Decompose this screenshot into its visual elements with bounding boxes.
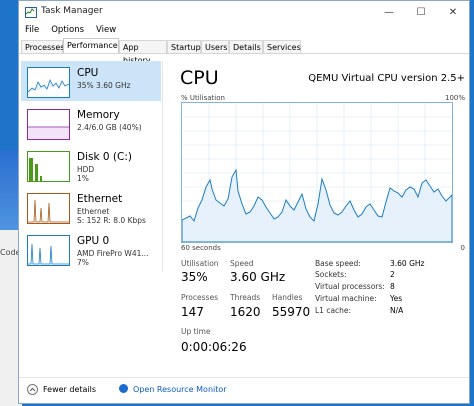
tab-details[interactable]: Details [229,40,263,53]
base-speed-value: 3.60 GHz [390,259,425,268]
threads-value: 1620 [230,305,261,319]
tab-users[interactable]: Users [201,40,229,53]
graph-time-label: 60 seconds [181,244,221,252]
title-bar[interactable]: Task Manager — ☐ ✕ [19,1,469,23]
sidebar-item-detail: 1% [77,174,89,183]
tab-performance[interactable]: Performance [63,38,119,53]
uptime-label: Up time [181,327,211,336]
l1-cache-label: L1 cache: [315,306,352,315]
handles-label: Handles [272,293,303,302]
processes-value: 147 [181,305,204,319]
tab-services[interactable]: Services [263,40,301,53]
tab-app-history[interactable]: App history [119,40,167,65]
cpu-utilisation-svg [181,103,453,243]
task-manager-icon [25,7,37,18]
menu-view[interactable]: View [90,23,122,38]
graph-max-label: 100% [444,94,465,102]
cpu-utilisation-graph [181,102,453,243]
close-button[interactable]: ✕ [439,3,467,21]
tab-startup[interactable]: Startup [167,40,201,53]
speed-label: Speed [230,259,254,268]
sidebar-item-detail: S: 152 R: 8.0 Kbps [77,216,146,225]
task-manager-window: Task Manager — ☐ ✕ File Options View Pro… [18,0,470,404]
virtual-processors-label: Virtual processors: [315,282,385,291]
page-title: CPU [180,67,219,89]
l1-cache-value: N/A [390,306,404,315]
menu-bar: File Options View [19,23,469,38]
ethernet-thumbnail-graph [27,193,70,224]
tab-strip: Processes Performance App history Startu… [19,38,469,65]
sidebar-item-gpu[interactable]: GPU 0 AMD FirePro W41... 7% [21,229,161,269]
sidebar-item-name: CPU [77,67,99,79]
sidebar-item-detail: 35% 3.60 GHz [77,81,131,90]
sidebar-item-cpu[interactable]: CPU 35% 3.60 GHz [21,61,161,101]
gpu-thumbnail-graph [27,235,70,266]
sockets-label: Sockets: [315,270,347,279]
graph-zero-label: 0 [460,244,465,252]
handles-value: 55970 [272,305,311,319]
minimize-button[interactable]: — [375,3,403,21]
graph-label: % Utilisation [181,94,225,102]
sidebar-item-name: Disk 0 (C:) [77,151,132,163]
chevron-up-icon[interactable] [27,384,38,395]
maximize-button[interactable]: ☐ [407,3,435,21]
memory-thumbnail-graph [27,109,70,140]
sidebar-item-disk[interactable]: Disk 0 (C:) HDD 1% [21,145,161,185]
fewer-details-link[interactable]: Fewer details [43,385,96,394]
resource-monitor-icon [119,384,128,393]
virtual-machine-value: Yes [390,294,403,303]
open-resource-monitor-link[interactable]: Open Resource Monitor [133,385,227,394]
sidebar-item-detail: AMD FirePro W41... [77,249,149,258]
sockets-value: 2 [390,270,395,279]
footer-bar: Fewer details Open Resource Monitor [19,377,469,404]
menu-options[interactable]: Options [45,23,90,38]
tab-processes[interactable]: Processes [21,40,64,53]
sidebar-item-name: Ethernet [77,193,123,205]
base-speed-label: Base speed: [315,259,361,268]
processes-label: Processes [181,293,218,302]
sidebar-item-detail: 2.4/6.0 GB (40%) [77,123,142,132]
sidebar-item-detail: HDD [77,165,95,174]
sidebar-item-detail: 7% [77,258,89,267]
virtual-processors-value: 8 [390,282,395,291]
sidebar-item-ethernet[interactable]: Ethernet Ethernet S: 152 R: 8.0 Kbps [21,187,161,227]
performance-sidebar: CPU 35% 3.60 GHz Memory 2.4/6.0 GB (40%)… [21,61,163,271]
disk-thumbnail-graph [27,151,70,182]
threads-label: Threads [230,293,261,302]
sidebar-item-memory[interactable]: Memory 2.4/6.0 GB (40%) [21,103,161,143]
cpu-detail-panel: CPU QEMU Virtual CPU version 2.5+ % Util… [179,61,467,376]
sidebar-item-name: GPU 0 [77,235,110,247]
sidebar-item-name: Memory [77,109,120,121]
speed-value: 3.60 GHz [230,270,286,284]
uptime-value: 0:00:06:26 [181,340,247,354]
menu-file[interactable]: File [19,23,45,38]
window-title: Task Manager [41,6,103,16]
cpu-thumbnail-graph [27,67,70,98]
sidebar-item-detail: Ethernet [77,207,110,216]
utilisation-value: 35% [181,270,208,284]
cpu-model-name: QEMU Virtual CPU version 2.5+ [308,73,465,84]
virtual-machine-label: Virtual machine: [315,294,377,303]
utilisation-label: Utilisation [181,259,219,268]
